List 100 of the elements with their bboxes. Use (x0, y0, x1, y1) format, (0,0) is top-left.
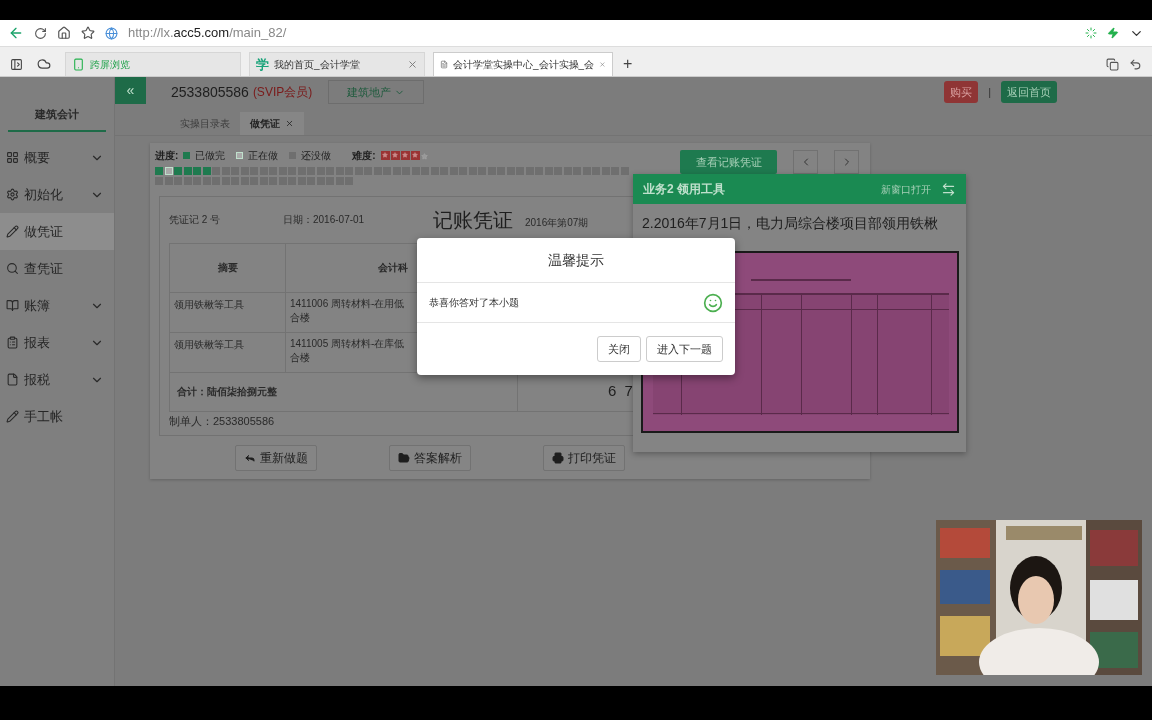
page-tab[interactable]: 做凭证 (240, 112, 304, 135)
windows-icon[interactable] (1106, 57, 1119, 71)
phone-icon (72, 58, 85, 71)
question-cell[interactable] (202, 176, 211, 185)
sidebar-item[interactable]: 概要 (0, 139, 114, 176)
previous-button[interactable] (793, 150, 818, 174)
sidebar-item[interactable]: 初始化 (0, 176, 114, 213)
buy-button[interactable]: 购买 (944, 81, 979, 103)
sidebar-item[interactable]: 账簿 (0, 287, 114, 324)
back-icon[interactable] (8, 25, 24, 41)
tab-title: 会计学堂实操中心_会计实操_会 (453, 58, 595, 72)
question-cell[interactable] (183, 167, 192, 175)
star-icon (380, 150, 390, 160)
sidebar-label: 手工帐 (24, 407, 64, 426)
spinner-icon (1085, 27, 1097, 39)
voucher-period: 2016年第07期 (525, 215, 589, 230)
total-amount: 6 7 (607, 381, 636, 402)
sidebar-label: 查凭证 (24, 259, 64, 278)
difficulty-label: 难度: (352, 148, 376, 163)
close-icon[interactable] (599, 59, 606, 70)
tab-title: 跨屏浏览 (90, 58, 131, 72)
question-cell[interactable] (212, 176, 220, 185)
pencil-icon (6, 410, 19, 423)
sidebar-item[interactable]: 查凭证 (0, 250, 114, 287)
new-tab-button[interactable]: + (621, 52, 635, 76)
question-cell[interactable] (164, 176, 173, 185)
maker-label: 制单人：2533805586 (169, 414, 275, 430)
dialog-button[interactable]: 关闭 (597, 336, 641, 362)
sidebar-label: 概要 (24, 148, 51, 167)
pencil-icon (6, 225, 19, 238)
collapse-button[interactable]: « (115, 77, 146, 104)
home-button[interactable]: 返回首页 (1001, 81, 1057, 103)
list-icon (6, 336, 19, 349)
star-icon[interactable] (81, 26, 95, 40)
sidebar-item[interactable]: 报表 (0, 324, 114, 361)
voucher-title: 记账凭证 (433, 207, 513, 233)
file-icon (6, 373, 19, 386)
question-cell[interactable] (193, 167, 201, 175)
progress-label: 进度: (155, 148, 179, 163)
table-cell: 领用铁楸等工具 (170, 292, 286, 332)
legend-label: 已做完 (195, 148, 226, 163)
task-title: 业务2 领用工具 (643, 181, 726, 198)
task-description: 2.2016年7月1日，电力局综合楼项目部领用铁楸 (641, 214, 940, 233)
logo-icon: 学 (256, 58, 269, 71)
member-level-label: (SVIP会员) (252, 84, 313, 101)
column-header: 摘要 (170, 243, 286, 292)
question-cell[interactable] (202, 167, 211, 175)
open-window-link[interactable]: 新窗口打开 (881, 181, 931, 197)
question-cell[interactable] (183, 176, 192, 185)
next-button[interactable] (834, 150, 859, 174)
legend-label: 还没做 (301, 148, 332, 163)
lightning-icon[interactable] (1107, 27, 1119, 39)
question-cell[interactable] (212, 167, 220, 175)
smile-icon (703, 292, 723, 313)
sidebar-label: 初始化 (24, 185, 64, 204)
close-icon[interactable] (285, 119, 294, 128)
question-cell[interactable] (155, 176, 163, 185)
tab-title: 我的首页_会计学堂 (274, 58, 361, 72)
dialog-button[interactable]: 进入下一题 (646, 336, 723, 362)
sidebar-label: 做凭证 (24, 222, 64, 241)
search-icon (6, 262, 19, 275)
home-icon[interactable] (57, 26, 71, 40)
sidebar-label: 报表 (24, 333, 51, 352)
action-button[interactable]: 打印凭证 (543, 444, 625, 471)
legend-label: 正在做 (248, 148, 279, 163)
action-button[interactable]: 答案解析 (389, 444, 471, 471)
browser-tab[interactable]: 学 我的首页_会计学堂 (249, 52, 425, 76)
question-cell[interactable] (174, 176, 182, 185)
grid-icon (6, 151, 19, 164)
reload-icon[interactable] (34, 26, 47, 40)
cloud-icon[interactable] (37, 57, 51, 71)
printer-icon (552, 451, 564, 464)
swap-icon[interactable] (941, 181, 956, 197)
sidebar-item[interactable]: 报税 (0, 361, 114, 398)
star-icon (410, 150, 420, 160)
table-cell: 领用铁楸等工具 (170, 332, 286, 372)
view-voucher-button[interactable]: 查看记账凭证 (680, 150, 777, 174)
dialog-message: 恭喜你答对了本小题 (429, 296, 520, 310)
divider-mark: | (988, 84, 991, 100)
globe-icon (105, 26, 118, 40)
sidebar-label: 报税 (24, 370, 51, 389)
question-cell[interactable] (174, 167, 182, 175)
voucher-date: 日期：2016-07-01 (283, 213, 366, 227)
star-icon (400, 150, 410, 160)
account-number: 2533805586 (171, 82, 249, 102)
browser-tab[interactable]: 会计学堂实操中心_会计实操_会 (433, 52, 613, 76)
question-cell[interactable] (164, 167, 173, 175)
question-cell[interactable] (155, 167, 163, 175)
sidebar-item[interactable]: 做凭证 (0, 213, 114, 250)
sidebar-item[interactable]: 手工帐 (0, 398, 114, 435)
book-icon (6, 299, 19, 312)
close-icon[interactable] (407, 59, 418, 70)
browser-tab[interactable]: 跨屏浏览 (65, 52, 241, 76)
sidebar-toggle-icon[interactable] (10, 57, 23, 71)
question-cell[interactable] (193, 176, 201, 185)
action-button[interactable]: 重新做题 (235, 444, 317, 471)
sidebar-label: 账簿 (24, 296, 51, 315)
sidebar-title: 建筑会计 (8, 105, 106, 132)
voucher-number: 凭证记 2 号 (169, 213, 222, 227)
undo-icon[interactable] (1129, 57, 1142, 71)
